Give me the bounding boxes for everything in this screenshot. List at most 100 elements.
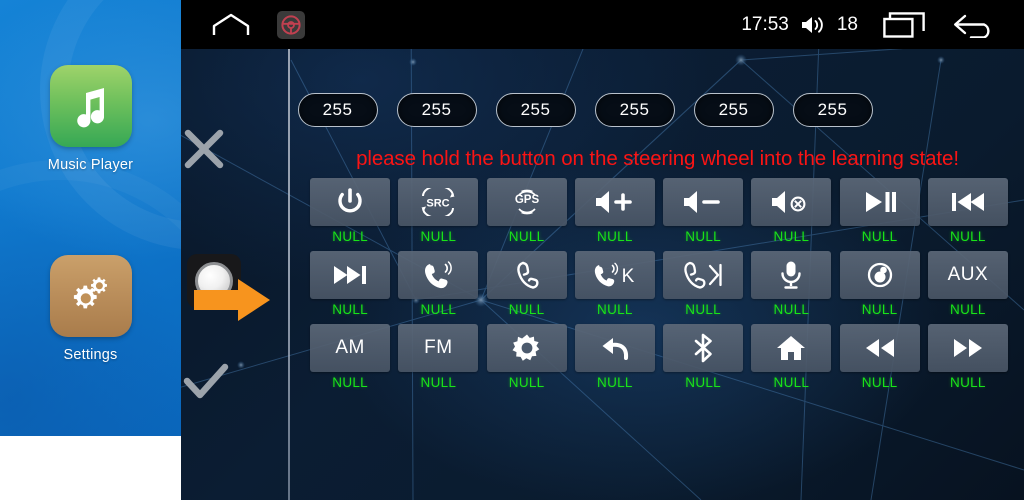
microphone-icon[interactable]: [751, 251, 832, 299]
function-key-src[interactable]: SRC NULL: [394, 178, 482, 244]
function-key-phone-hangup[interactable]: NULL: [483, 251, 571, 317]
function-key-mute[interactable]: NULL: [747, 178, 835, 244]
status-bar-right-group: 17:53 18: [741, 11, 1024, 38]
function-key-next-track[interactable]: NULL: [306, 251, 394, 317]
phone-hangup-next-icon[interactable]: [663, 251, 744, 299]
volume-icon[interactable]: [800, 14, 826, 36]
function-key-gps[interactable]: GPS NULL: [483, 178, 571, 244]
function-key-phone-answer[interactable]: NULL: [394, 251, 482, 317]
function-key-am[interactable]: AM NULL: [306, 324, 394, 390]
svg-text:SRC: SRC: [427, 198, 450, 210]
key-label: NULL: [597, 229, 633, 244]
panel-divider: [288, 49, 290, 500]
recents-icon[interactable]: [883, 11, 925, 38]
key-label: NULL: [420, 229, 457, 244]
key-label: NULL: [508, 375, 545, 390]
src-icon[interactable]: SRC: [398, 178, 479, 226]
phone-answer-icon[interactable]: [398, 251, 479, 299]
key-label: NULL: [685, 375, 721, 390]
function-key-play-pause[interactable]: NULL: [836, 178, 924, 244]
sidebar-item-settings[interactable]: Settings: [0, 255, 181, 363]
function-key-home[interactable]: NULL: [747, 324, 835, 390]
key-label: NULL: [861, 375, 898, 390]
function-key-power[interactable]: NULL: [306, 178, 394, 244]
function-key-microphone[interactable]: NULL: [747, 251, 835, 317]
key-label: NULL: [597, 375, 633, 390]
function-key-fast-forward[interactable]: NULL: [924, 324, 1012, 390]
home-icon[interactable]: [751, 324, 832, 372]
function-key-phone-answer-k[interactable]: K NULL: [571, 251, 659, 317]
power-icon[interactable]: [310, 178, 391, 226]
key-label: NULL: [420, 375, 457, 390]
back-arrow-icon[interactable]: [952, 12, 996, 38]
function-key-camera[interactable]: NULL: [836, 251, 924, 317]
value-pill[interactable]: 255: [495, 93, 576, 127]
key-label: NULL: [950, 229, 986, 244]
fast-forward-icon[interactable]: [927, 324, 1008, 372]
volume-down-icon[interactable]: [663, 178, 744, 226]
fm-label: FM: [424, 337, 453, 358]
steering-wheel-icon[interactable]: [277, 10, 305, 39]
previous-track-icon[interactable]: [927, 178, 1008, 226]
grid-row: NULL SRC NULL GPS NULL NULL NULL NULL NU…: [306, 178, 1012, 244]
fm-icon[interactable]: FM: [398, 324, 479, 372]
rewind-icon[interactable]: [839, 324, 920, 372]
function-key-brightness[interactable]: NULL: [483, 324, 571, 390]
function-key-previous-track[interactable]: NULL: [924, 178, 1012, 244]
value-pill[interactable]: 255: [594, 93, 675, 127]
function-key-phone-hangup-next[interactable]: NULL: [659, 251, 747, 317]
key-label: NULL: [861, 302, 898, 317]
volume-mute-icon[interactable]: [751, 178, 832, 226]
sidebar-item-music-player[interactable]: Music Player: [0, 65, 181, 173]
gears-icon: [49, 255, 132, 337]
value-pill[interactable]: 255: [792, 93, 873, 127]
steering-wheel-learning-screen: Music Player Settings 17:53 18 255 255 2…: [0, 0, 1024, 500]
camera-icon[interactable]: [839, 251, 920, 299]
next-track-icon[interactable]: [310, 251, 391, 299]
back-undo-icon[interactable]: [574, 324, 655, 372]
value-pill[interactable]: 255: [396, 93, 477, 127]
confirm-button[interactable]: [181, 361, 288, 405]
key-label: NULL: [773, 302, 810, 317]
home-outline-icon[interactable]: [211, 13, 251, 37]
volume-up-icon[interactable]: [574, 178, 655, 226]
key-label: NULL: [685, 302, 721, 317]
key-label: NULL: [773, 375, 810, 390]
key-label: NULL: [950, 302, 986, 317]
grid-row: NULL NULL NULL K NULL NULL NULL NULL AUX…: [306, 251, 1012, 317]
play-pause-icon[interactable]: [839, 178, 920, 226]
key-label: NULL: [508, 302, 545, 317]
phone-answer-k-icon[interactable]: K: [574, 251, 655, 299]
function-key-rewind[interactable]: NULL: [836, 324, 924, 390]
phone-hangup-icon[interactable]: [486, 251, 567, 299]
function-key-aux[interactable]: AUX NULL: [924, 251, 1012, 317]
function-key-back[interactable]: NULL: [571, 324, 659, 390]
svg-text:GPS: GPS: [514, 194, 539, 206]
key-label: NULL: [861, 229, 898, 244]
key-label: NULL: [597, 302, 633, 317]
key-label: NULL: [950, 375, 986, 390]
brightness-icon[interactable]: [486, 324, 567, 372]
app-sidebar: Music Player Settings: [0, 0, 181, 436]
aux-icon[interactable]: AUX: [927, 251, 1008, 299]
am-icon[interactable]: AM: [310, 324, 391, 372]
music-note-icon: [49, 65, 132, 147]
am-label: AM: [335, 337, 365, 358]
cancel-button[interactable]: [181, 126, 288, 172]
sidebar-item-label: Music Player: [47, 157, 134, 173]
gps-icon[interactable]: GPS: [486, 178, 567, 226]
bluetooth-icon[interactable]: [663, 324, 744, 372]
sidebar-item-label: Settings: [63, 347, 118, 363]
volume-level: 18: [836, 13, 858, 35]
function-key-grid: NULL SRC NULL GPS NULL NULL NULL NULL NU…: [306, 178, 1012, 397]
orange-arrow-cursor-icon: [194, 277, 272, 323]
warning-message: please hold the button on the steering w…: [356, 147, 959, 170]
aux-label: AUX: [947, 264, 989, 285]
value-pill[interactable]: 255: [693, 93, 774, 127]
function-key-fm[interactable]: FM NULL: [394, 324, 482, 390]
function-key-volume-down[interactable]: NULL: [659, 178, 747, 244]
value-pill[interactable]: 255: [297, 93, 378, 127]
function-key-volume-up[interactable]: NULL: [571, 178, 659, 244]
grid-row: AM NULL FM NULL NULL NULL NULL NULL NULL…: [306, 324, 1012, 390]
function-key-bluetooth[interactable]: NULL: [659, 324, 747, 390]
